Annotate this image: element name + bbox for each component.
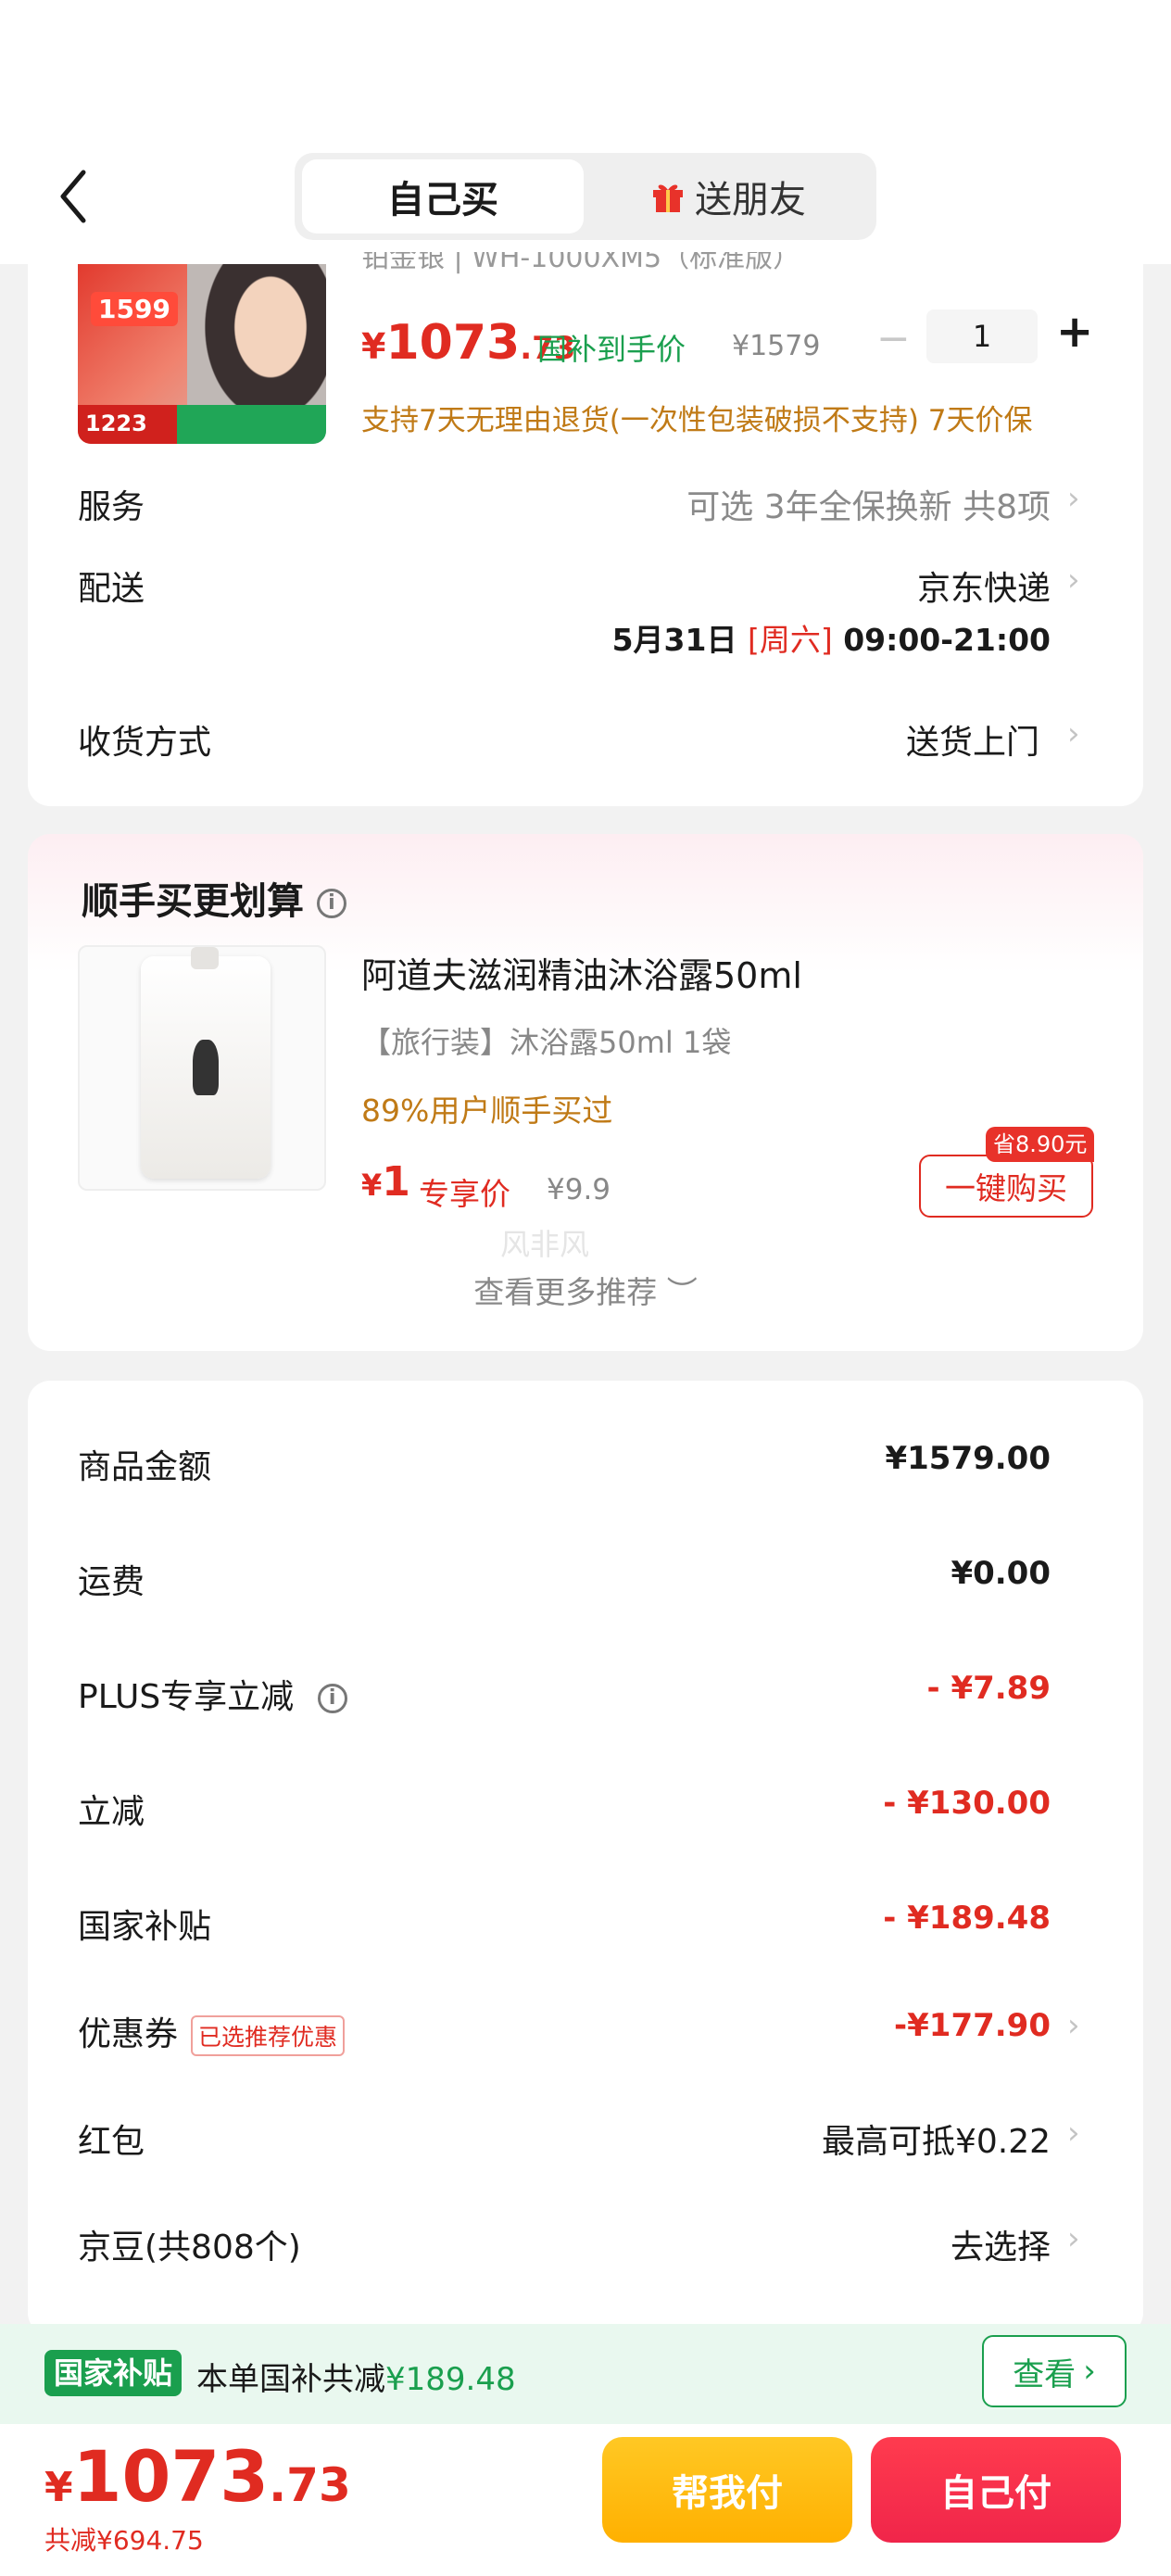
coupon-chevron-icon[interactable]: ›	[1067, 2007, 1080, 2044]
thumb-price-top: 1599	[91, 292, 178, 326]
total-price: ¥1073.73	[44, 2435, 351, 2518]
tab-gift-to-friend[interactable]: 送朋友	[587, 159, 869, 234]
thumb-price-bottom: 1223	[85, 410, 147, 436]
recommend-price: ¥1	[361, 1158, 410, 1206]
plus-discount-value: - ¥7.89	[926, 1670, 1051, 1707]
red-packet-chevron-icon[interactable]: ›	[1067, 2115, 1080, 2152]
service-chevron-icon[interactable]: ›	[1067, 480, 1080, 517]
recommend-title-text: 顺手买更划算	[82, 880, 304, 923]
recommend-product-name[interactable]: 阿道夫滋润精油沐浴露50ml	[361, 947, 802, 998]
pay-myself-button[interactable]: 自己付	[871, 2437, 1121, 2543]
view-arrow-icon: ›	[1083, 2353, 1096, 2390]
red-packet-label: 红包	[78, 2123, 145, 2161]
tab-friend-label: 送朋友	[695, 179, 806, 221]
original-price: ¥1579	[732, 330, 821, 362]
national-subsidy-summary: 本单国补共减¥189.48	[196, 2354, 516, 2399]
delivery-time-slot[interactable]: 5月31日 [周六] 09:00-21:00	[612, 615, 1051, 660]
watermark: 风非风	[500, 1227, 590, 1262]
national-subsidy-value: - ¥189.48	[883, 1900, 1051, 1937]
product-thumbnail[interactable]: 1599 1223	[78, 264, 326, 444]
delivery-chevron-icon[interactable]: ›	[1067, 562, 1080, 599]
goods-amount-value: ¥1579.00	[885, 1440, 1051, 1477]
subsidy-summary-amount: ¥189.48	[385, 2361, 516, 2398]
help-me-pay-button[interactable]: 帮我付	[602, 2437, 852, 2543]
one-click-buy-button[interactable]: 一键购买	[919, 1155, 1093, 1218]
plus-info-icon[interactable]: i	[317, 1684, 347, 1713]
coupon-value[interactable]: -¥177.90	[894, 2007, 1051, 2044]
shipping-value: ¥0.00	[951, 1555, 1051, 1592]
pack-nozzle	[191, 947, 219, 969]
product-spec-title: 铂金银 | WH-1000XM5（标准版）	[361, 252, 801, 274]
coupon-label-text: 优惠券	[78, 2015, 179, 2053]
instant-discount-value: - ¥130.00	[883, 1785, 1051, 1822]
subsidy-price-label: 国补到手价	[537, 332, 686, 367]
receive-method-value[interactable]: 送货上门	[906, 715, 1039, 764]
recommend-exclusive-label: 专享价	[419, 1176, 510, 1212]
pack-logo	[193, 1040, 219, 1095]
goods-amount-label: 商品金额	[78, 1448, 212, 1486]
coupon-recommended-tag: 已选推荐优惠	[191, 2015, 346, 2056]
jingdou-label: 京豆(共808个)	[78, 2229, 301, 2267]
recommend-product-spec: 【旅行装】沐浴露50ml 1袋	[361, 1025, 732, 1060]
total-saved: 共减¥694.75	[44, 2525, 204, 2556]
service-value[interactable]: 可选 3年全保换新 共8项	[686, 480, 1051, 528]
gift-icon	[653, 184, 683, 212]
delivery-time: 09:00-21:00	[843, 622, 1051, 658]
receive-chevron-icon[interactable]: ›	[1067, 715, 1080, 752]
delivery-date: 5月31日	[611, 622, 737, 658]
view-subsidy-button[interactable]: 查看 ›	[982, 2335, 1127, 2407]
return-policy-note: 支持7天无理由退货(一次性包装破损不支持) 7天价保	[361, 404, 1033, 437]
tab-self-label: 自己买	[387, 179, 498, 221]
quantity-increase-button[interactable]: +	[1056, 306, 1093, 358]
delivery-value[interactable]: 京东快递	[917, 562, 1051, 610]
info-icon[interactable]: i	[316, 889, 346, 918]
recommend-bought-rate: 89%用户顺手买过	[361, 1092, 613, 1129]
instant-discount-label: 立减	[78, 1793, 145, 1831]
red-packet-value[interactable]: 最高可抵¥0.22	[822, 2115, 1051, 2163]
quantity-input[interactable]: 1	[926, 309, 1038, 363]
back-arrow-icon[interactable]	[54, 167, 94, 226]
coupon-label: 优惠券 已选推荐优惠	[78, 2007, 346, 2056]
price-summary-card	[28, 1381, 1143, 2335]
recommend-title: 顺手买更划算 i	[82, 871, 346, 925]
see-more-recommend-link[interactable]: 查看更多推荐 ︶	[0, 1268, 1171, 1312]
view-subsidy-label: 查看	[1013, 2355, 1077, 2393]
tab-buy-for-self[interactable]: 自己买	[302, 159, 584, 234]
jingdou-value[interactable]: 去选择	[951, 2220, 1051, 2268]
save-amount-badge: 省8.90元	[986, 1127, 1095, 1162]
quantity-decrease-button[interactable]: −	[876, 315, 911, 362]
plus-discount-label-text: PLUS专享立减	[78, 1678, 295, 1716]
jingdou-chevron-icon[interactable]: ›	[1067, 2220, 1080, 2257]
service-label: 服务	[78, 488, 145, 526]
plus-discount-label: PLUS专享立减 i	[78, 1670, 347, 1718]
recommend-product-thumbnail[interactable]	[78, 945, 326, 1191]
receive-method-label: 收货方式	[78, 724, 212, 762]
shipping-label: 运费	[78, 1563, 145, 1601]
delivery-weekday: [周六]	[747, 622, 833, 658]
recommend-original-price: ¥9.9	[547, 1173, 611, 1206]
subsidy-summary-prefix: 本单国补共减	[196, 2361, 385, 2398]
delivery-label: 配送	[78, 570, 145, 608]
national-subsidy-label: 国家补贴	[78, 1908, 212, 1946]
national-subsidy-badge: 国家补贴	[44, 2350, 183, 2396]
